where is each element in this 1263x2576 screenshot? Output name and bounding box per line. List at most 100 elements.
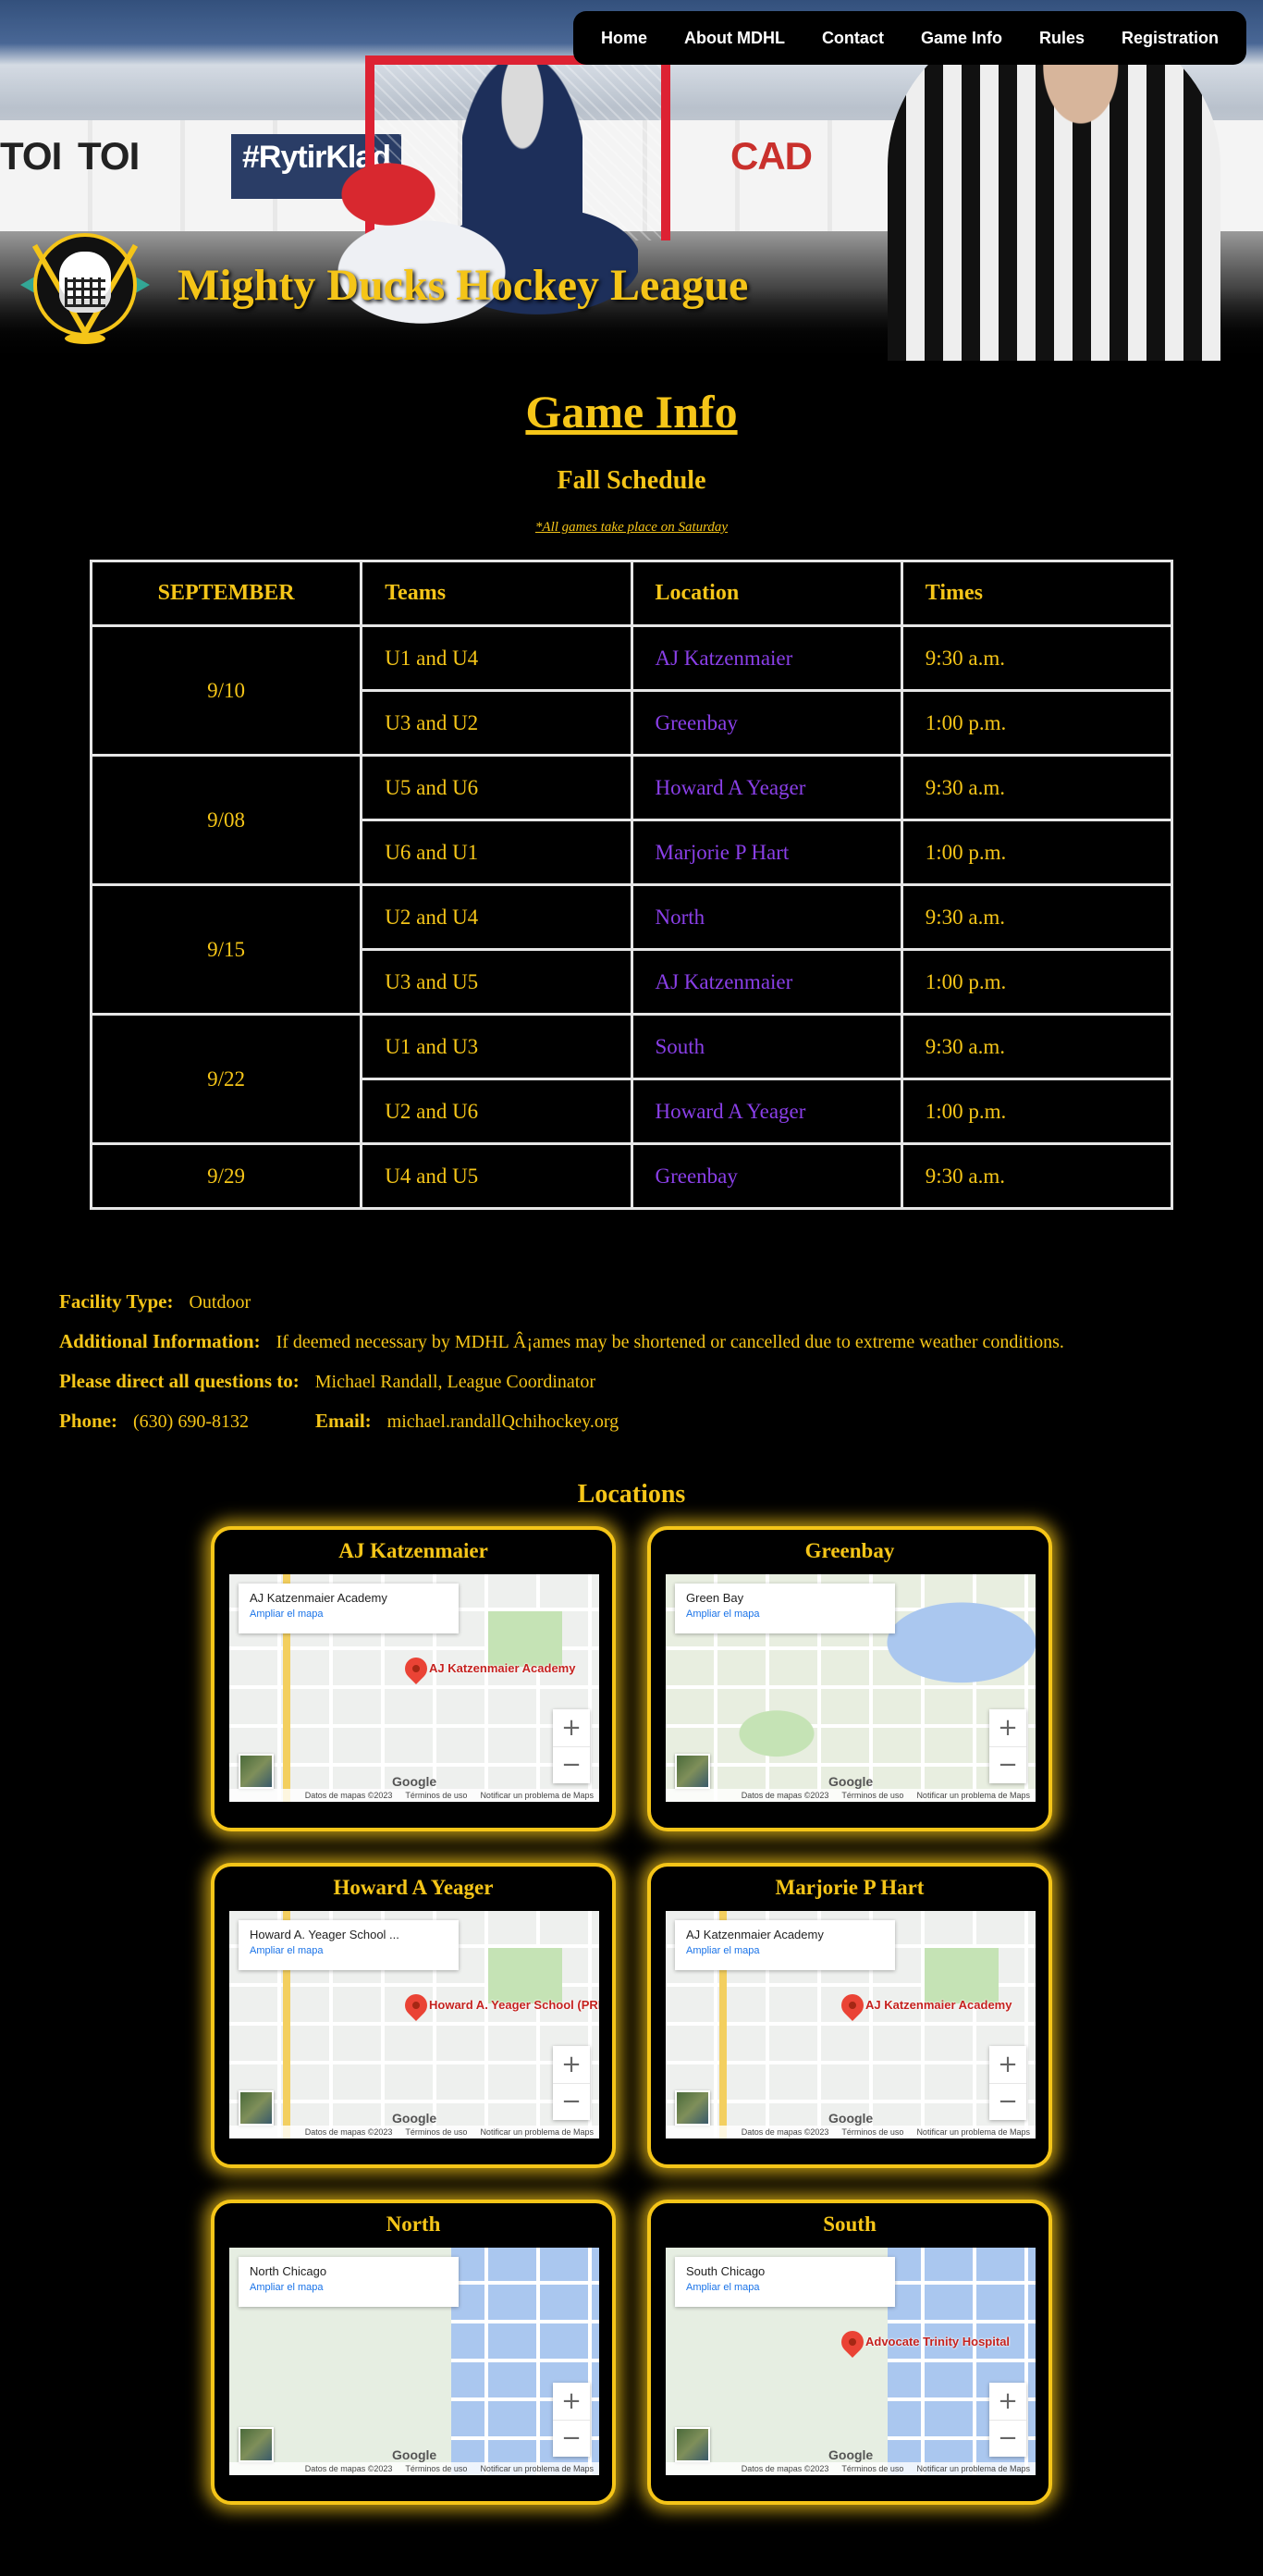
map-terms-link[interactable]: Términos de uso <box>405 2127 467 2137</box>
google-logo: Google <box>392 1774 437 1789</box>
game-location-link[interactable]: AJ Katzenmaier <box>630 624 903 692</box>
map-zoom-controls: + − <box>989 2383 1026 2457</box>
map-pin-icon[interactable] <box>400 1653 432 1684</box>
game-teams: U3 and U5 <box>360 948 633 1016</box>
map-terms-link[interactable]: Términos de uso <box>841 2464 903 2473</box>
map-report-link[interactable]: Notificar un problema de Maps <box>480 2127 594 2137</box>
game-location-link[interactable]: Howard A Yeager <box>630 1078 903 1145</box>
main-nav: Home About MDHL Contact Game Info Rules … <box>572 11 1246 65</box>
nav-home[interactable]: Home <box>582 11 666 65</box>
satellite-toggle[interactable] <box>675 2427 710 2462</box>
map-pin-label: Howard A. Yeager School (PREK-K) <box>429 1998 599 2012</box>
table-row: 9/22 U1 and U3 South 9:30 a.m. <box>89 1013 1174 1145</box>
map-terms-link[interactable]: Términos de uso <box>405 2464 467 2473</box>
google-logo: Google <box>828 1774 874 1789</box>
zoom-in-button[interactable]: + <box>989 1709 1026 1746</box>
game-location-link[interactable]: Greenbay <box>630 1142 903 1210</box>
map-terms-link[interactable]: Términos de uso <box>841 1791 903 1800</box>
map-pin-icon[interactable] <box>837 1990 868 2021</box>
nav-about[interactable]: About MDHL <box>666 11 803 65</box>
embedded-map[interactable]: North Chicago Ampliar el mapa + − Google Dato… <box>229 2248 599 2475</box>
board-ad: TOI <box>78 134 140 178</box>
column-header-month: SEPTEMBER <box>89 560 363 627</box>
map-place-name: AJ Katzenmaier Academy <box>250 1591 387 1605</box>
map-attribution: Datos de mapas ©2023 Términos de uso Notif… <box>229 1789 599 1802</box>
nav-game-info[interactable]: Game Info <box>902 11 1021 65</box>
contact-row: Phone: (630) 690-8132 Email: michael.ran… <box>59 1401 1263 1441</box>
map-report-link[interactable]: Notificar un problema de Maps <box>480 1791 594 1800</box>
game-teams: U4 and U5 <box>360 1142 633 1210</box>
embedded-map[interactable]: Howard A. Yeager School ... Ampliar el ma… <box>229 1911 599 2138</box>
map-data-credit: Datos de mapas ©2023 <box>741 1791 829 1800</box>
questions-row: Please direct all questions to: Michael … <box>59 1362 1263 1401</box>
game-location-link[interactable]: Howard A Yeager <box>630 754 903 821</box>
map-enlarge-link[interactable]: Ampliar el mapa <box>250 1608 448 1620</box>
map-terms-link[interactable]: Términos de uso <box>841 2127 903 2137</box>
zoom-out-button[interactable]: − <box>553 2082 590 2120</box>
map-park <box>488 1948 562 2003</box>
map-report-link[interactable]: Notificar un problema de Maps <box>916 2127 1030 2137</box>
nav-contact[interactable]: Contact <box>803 11 902 65</box>
satellite-toggle[interactable] <box>675 2090 710 2126</box>
embedded-map[interactable]: South Chicago Ampliar el mapa Advocate Tri… <box>666 2248 1036 2475</box>
map-enlarge-link[interactable]: Ampliar el mapa <box>250 2282 448 2293</box>
map-place-card: AJ Katzenmaier Academy Ampliar el mapa <box>675 1920 895 1970</box>
satellite-toggle[interactable] <box>239 1754 274 1789</box>
embedded-map[interactable]: AJ Katzenmaier Academy Ampliar el mapa AJ … <box>666 1911 1036 2138</box>
map-report-link[interactable]: Notificar un problema de Maps <box>480 2464 594 2473</box>
game-location-link[interactable]: Greenbay <box>630 689 903 757</box>
map-enlarge-link[interactable]: Ampliar el mapa <box>686 1608 884 1620</box>
map-terms-link[interactable]: Términos de uso <box>405 1791 467 1800</box>
zoom-in-button[interactable]: + <box>989 2383 1026 2420</box>
zoom-out-button[interactable]: − <box>989 2419 1026 2457</box>
map-report-link[interactable]: Notificar un problema de Maps <box>916 1791 1030 1800</box>
questions-label: Please direct all questions to: <box>59 1370 300 1392</box>
location-card: North North Chicago Ampliar el mapa + − Googl… <box>211 2200 616 2505</box>
map-enlarge-link[interactable]: Ampliar el mapa <box>250 1945 448 1956</box>
map-pin-icon[interactable] <box>400 1990 432 2021</box>
game-location-link[interactable]: South <box>630 1013 903 1080</box>
map-enlarge-link[interactable]: Ampliar el mapa <box>686 2282 884 2293</box>
game-location-link[interactable]: Marjorie P Hart <box>630 819 903 886</box>
zoom-out-button[interactable]: − <box>553 1745 590 1783</box>
zoom-in-button[interactable]: + <box>553 1709 590 1746</box>
zoom-out-button[interactable]: − <box>553 2419 590 2457</box>
map-report-link[interactable]: Notificar un problema de Maps <box>916 2464 1030 2473</box>
locations-title: Locations <box>577 1480 686 1509</box>
board-ad: CAD <box>730 134 813 178</box>
questions-value: Michael Randall, League Coordinator <box>314 1372 595 1392</box>
map-zoom-controls: + − <box>553 1709 590 1783</box>
satellite-toggle[interactable] <box>675 1754 710 1789</box>
zoom-in-button[interactable]: + <box>553 2046 590 2083</box>
email-value[interactable]: michael.randallQchihockey.org <box>387 1411 619 1432</box>
map-pin-icon[interactable] <box>837 2326 868 2358</box>
zoom-out-button[interactable]: − <box>989 1745 1026 1783</box>
location-card-title: South <box>823 2212 877 2236</box>
zoom-out-button[interactable]: − <box>989 2082 1026 2120</box>
map-enlarge-link[interactable]: Ampliar el mapa <box>686 1945 884 1956</box>
game-time: 1:00 p.m. <box>900 819 1174 886</box>
google-logo: Google <box>828 2447 874 2462</box>
nav-rules[interactable]: Rules <box>1021 11 1103 65</box>
main-content: Game Info Fall Schedule *All games take … <box>0 385 1263 2505</box>
zoom-in-button[interactable]: + <box>553 2383 590 2420</box>
map-place-name: AJ Katzenmaier Academy <box>686 1928 824 1941</box>
google-logo: Google <box>392 2447 437 2462</box>
nav-registration[interactable]: Registration <box>1103 11 1237 65</box>
zoom-in-button[interactable]: + <box>989 2046 1026 2083</box>
embedded-map[interactable]: Green Bay Ampliar el mapa + − Google Datos de… <box>666 1574 1036 1802</box>
league-logo[interactable] <box>20 229 150 350</box>
phone-value[interactable]: (630) 690-8132 <box>133 1411 249 1432</box>
game-location-link[interactable]: AJ Katzenmaier <box>630 948 903 1016</box>
game-time: 9:30 a.m. <box>900 1142 1174 1210</box>
additional-info-label: Additional Information: <box>59 1330 261 1352</box>
page-subtitle: Fall Schedule <box>557 466 706 495</box>
game-time: 9:30 a.m. <box>900 883 1174 951</box>
column-header-location: Location <box>630 560 903 627</box>
map-park <box>925 1948 999 2003</box>
satellite-toggle[interactable] <box>239 2090 274 2126</box>
satellite-toggle[interactable] <box>239 2427 274 2462</box>
embedded-map[interactable]: AJ Katzenmaier Academy Ampliar el mapa AJ … <box>229 1574 599 1802</box>
map-place-name: Green Bay <box>686 1591 744 1605</box>
game-location-link[interactable]: North <box>630 883 903 951</box>
